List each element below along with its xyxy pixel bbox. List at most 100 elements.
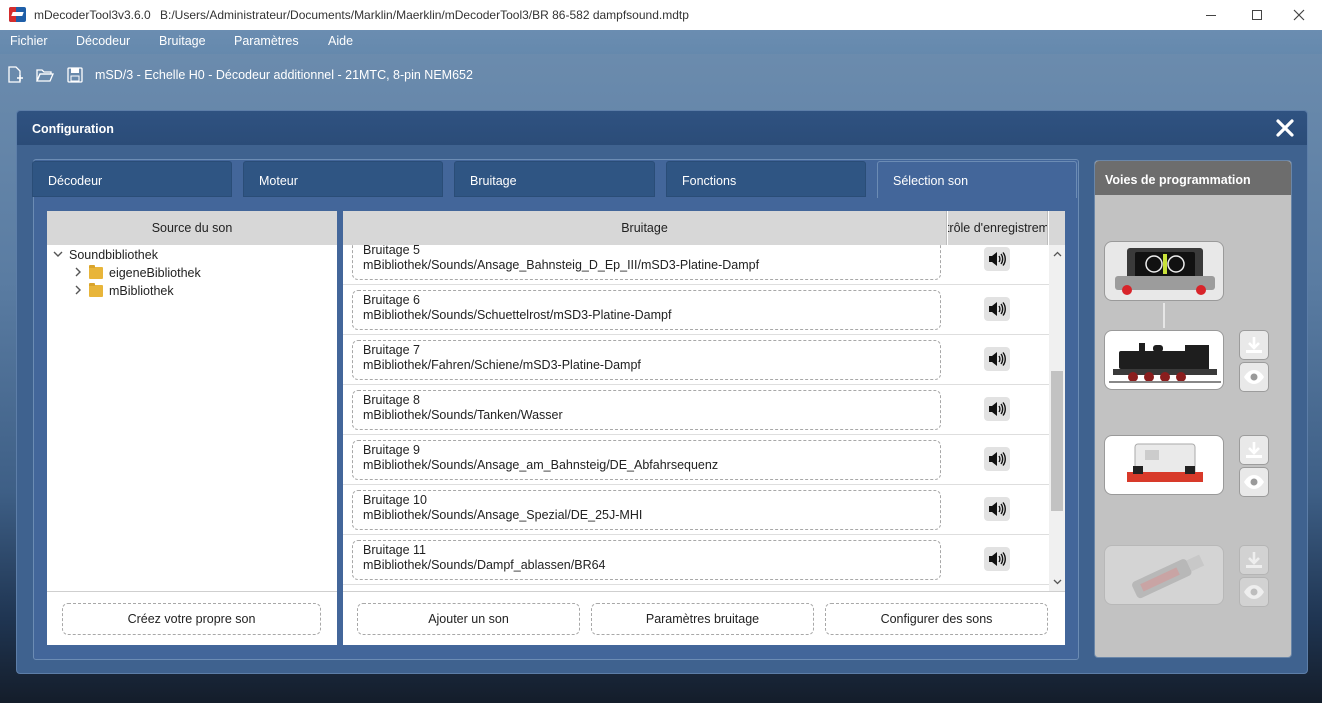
menu-decodeur[interactable]: Décodeur (76, 34, 130, 48)
sound-row[interactable]: Bruitage 10 mBibliothek/Sounds/Ansage_Spe… (343, 485, 1049, 535)
scroll-thumb[interactable] (1051, 371, 1063, 511)
sound-row[interactable]: Bruitage 6 mBibliothek/Sounds/Schuettelro… (343, 285, 1049, 335)
column-header-pad (1049, 211, 1065, 245)
save-icon[interactable] (66, 66, 84, 84)
chevron-down-icon[interactable] (53, 249, 63, 262)
configuration-header: Configuration (17, 111, 1307, 145)
sound-path: mBibliothek/Fahren/Schiene/mSD3-Platine-… (363, 358, 641, 372)
speaker-icon[interactable] (984, 397, 1010, 421)
sound-title: Bruitage 8 (363, 393, 420, 407)
create-own-sound-button[interactable]: Créez votre propre son (62, 603, 321, 635)
eye-icon[interactable] (1239, 467, 1269, 497)
speaker-icon[interactable] (984, 297, 1010, 321)
configuration-title: Configuration (32, 122, 114, 136)
sound-title: Bruitage 9 (363, 443, 420, 457)
window-title-app: mDecoderTool3 (34, 8, 119, 22)
tree-node-label: eigeneBibliothek (109, 266, 201, 280)
maximize-button[interactable] (1234, 0, 1280, 30)
sound-card[interactable]: Bruitage 5 mBibliothek/Sounds/Ansage_Bahn… (352, 245, 941, 280)
sound-path: mBibliothek/Sounds/Ansage_Spezial/DE_25J… (363, 508, 643, 522)
sound-row[interactable]: Bruitage 7 mBibliothek/Fahren/Schiene/mSD… (343, 335, 1049, 385)
eye-icon[interactable] (1239, 362, 1269, 392)
scroll-down-icon[interactable] (1049, 575, 1065, 589)
usb-programmer-icon (1132, 554, 1205, 599)
sound-source-pane: Source du son Soundbibliothek eigeneBibl… (47, 211, 337, 645)
add-sound-button[interactable]: Ajouter un son (357, 603, 580, 635)
sound-path: mBibliothek/Sounds/Schuettelrost/mSD3-Pl… (363, 308, 672, 322)
window-title-path: B:/Users/Administrateur/Documents/Markli… (160, 8, 689, 22)
programming-tracks-panel: Voies de programmation (1094, 160, 1292, 658)
sound-card[interactable]: Bruitage 6 mBibliothek/Sounds/Schuettelro… (352, 290, 941, 330)
sound-title: Bruitage 10 (363, 493, 427, 507)
sound-row[interactable]: Bruitage 5 mBibliothek/Sounds/Ansage_Bahn… (343, 245, 1049, 285)
speaker-icon[interactable] (984, 347, 1010, 371)
decoder-board-device[interactable] (1104, 435, 1224, 495)
menu-aide[interactable]: Aide (328, 34, 353, 48)
menu-parametres[interactable]: Paramètres (234, 34, 299, 48)
sound-path: mBibliothek/Sounds/Dampf_ablassen/BR64 (363, 558, 606, 572)
configure-sounds-button[interactable]: Configurer des sons (825, 603, 1048, 635)
list-scrollbar[interactable] (1049, 245, 1065, 591)
column-header-control[interactable]: trôle d'enregistrem (948, 211, 1048, 245)
sound-row[interactable]: Bruitage 11 mBibliothek/Sounds/Dampf_abla… (343, 535, 1049, 585)
sound-row[interactable]: Bruitage 9 mBibliothek/Sounds/Ansage_am_B… (343, 435, 1049, 485)
minimize-icon (1206, 14, 1216, 16)
programming-tracks-title: Voies de programmation (1095, 161, 1291, 195)
open-folder-icon[interactable] (36, 66, 54, 84)
sound-card[interactable]: Bruitage 10 mBibliothek/Sounds/Ansage_Spe… (352, 490, 941, 530)
folder-icon (89, 265, 103, 279)
sound-card[interactable]: Bruitage 9 mBibliothek/Sounds/Ansage_am_B… (352, 440, 941, 480)
sound-list-body: Bruitage 5 mBibliothek/Sounds/Ansage_Bahn… (343, 245, 1049, 591)
tab-selection-son[interactable]: Sélection son (877, 161, 1077, 198)
speaker-icon[interactable] (984, 447, 1010, 471)
tab-bruitage[interactable]: Bruitage (454, 161, 655, 197)
sound-row[interactable]: Bruitage 8 mBibliothek/Sounds/Tanken/Wass… (343, 385, 1049, 435)
eye-icon[interactable] (1239, 577, 1269, 607)
source-header: Source du son (47, 211, 337, 245)
chevron-right-icon[interactable] (73, 285, 83, 298)
menu-fichier[interactable]: Fichier (10, 34, 48, 48)
tree-node-eigenebibliothek[interactable]: eigeneBibliothek (73, 264, 201, 282)
new-file-icon[interactable] (6, 66, 24, 84)
column-header-bruitage[interactable]: Bruitage (343, 211, 947, 245)
menu-bruitage[interactable]: Bruitage (159, 34, 206, 48)
tab-decodeur[interactable]: Décodeur (32, 161, 232, 197)
decoder-description: mSD/3 - Echelle H0 - Décodeur additionne… (95, 68, 473, 82)
toolbar: mSD/3 - Echelle H0 - Décodeur additionne… (0, 62, 1322, 88)
sound-path: mBibliothek/Sounds/Ansage_am_Bahnsteig/D… (363, 458, 719, 472)
locomotive-device[interactable] (1104, 330, 1224, 390)
tab-fonctions[interactable]: Fonctions (666, 161, 866, 197)
speaker-icon[interactable] (984, 497, 1010, 521)
sound-card[interactable]: Bruitage 7 mBibliothek/Fahren/Schiene/mSD… (352, 340, 941, 380)
speaker-icon[interactable] (984, 247, 1010, 271)
decoder-board-icon (1127, 443, 1203, 482)
chevron-right-icon[interactable] (73, 267, 83, 280)
tree-node-mbibliothek[interactable]: mBibliothek (73, 282, 174, 300)
sound-card[interactable]: Bruitage 11 mBibliothek/Sounds/Dampf_abla… (352, 540, 941, 580)
sound-card[interactable]: Bruitage 8 mBibliothek/Sounds/Tanken/Wass… (352, 390, 941, 430)
central-station-device[interactable] (1104, 241, 1224, 301)
sound-title: Bruitage 6 (363, 293, 420, 307)
sound-title: Bruitage 7 (363, 343, 420, 357)
tree-node-label: Soundbibliothek (69, 248, 158, 262)
central-station-icon (1115, 248, 1215, 295)
divider (47, 591, 337, 592)
download-icon[interactable] (1239, 435, 1269, 465)
scroll-up-icon[interactable] (1049, 247, 1065, 261)
usb-programmer-device[interactable] (1104, 545, 1224, 605)
menubar: Fichier Décodeur Bruitage Paramètres Aid… (0, 30, 1322, 54)
folder-icon (89, 283, 103, 297)
download-icon[interactable] (1239, 330, 1269, 360)
speaker-icon[interactable] (984, 547, 1010, 571)
sound-params-button[interactable]: Paramètres bruitage (591, 603, 814, 635)
tab-moteur[interactable]: Moteur (243, 161, 443, 197)
minimize-button[interactable] (1188, 0, 1234, 30)
window-close-button[interactable] (1276, 0, 1322, 30)
divider (343, 591, 1065, 592)
close-icon[interactable] (1273, 116, 1297, 140)
tree-node-soundbibliothek[interactable]: Soundbibliothek (53, 246, 158, 264)
download-icon[interactable] (1239, 545, 1269, 575)
window-close-icon (1293, 9, 1305, 21)
sound-list-pane: Bruitage trôle d'enregistrem Bruitage 5m… (343, 211, 1065, 645)
sound-title: Bruitage 5 (363, 245, 420, 257)
